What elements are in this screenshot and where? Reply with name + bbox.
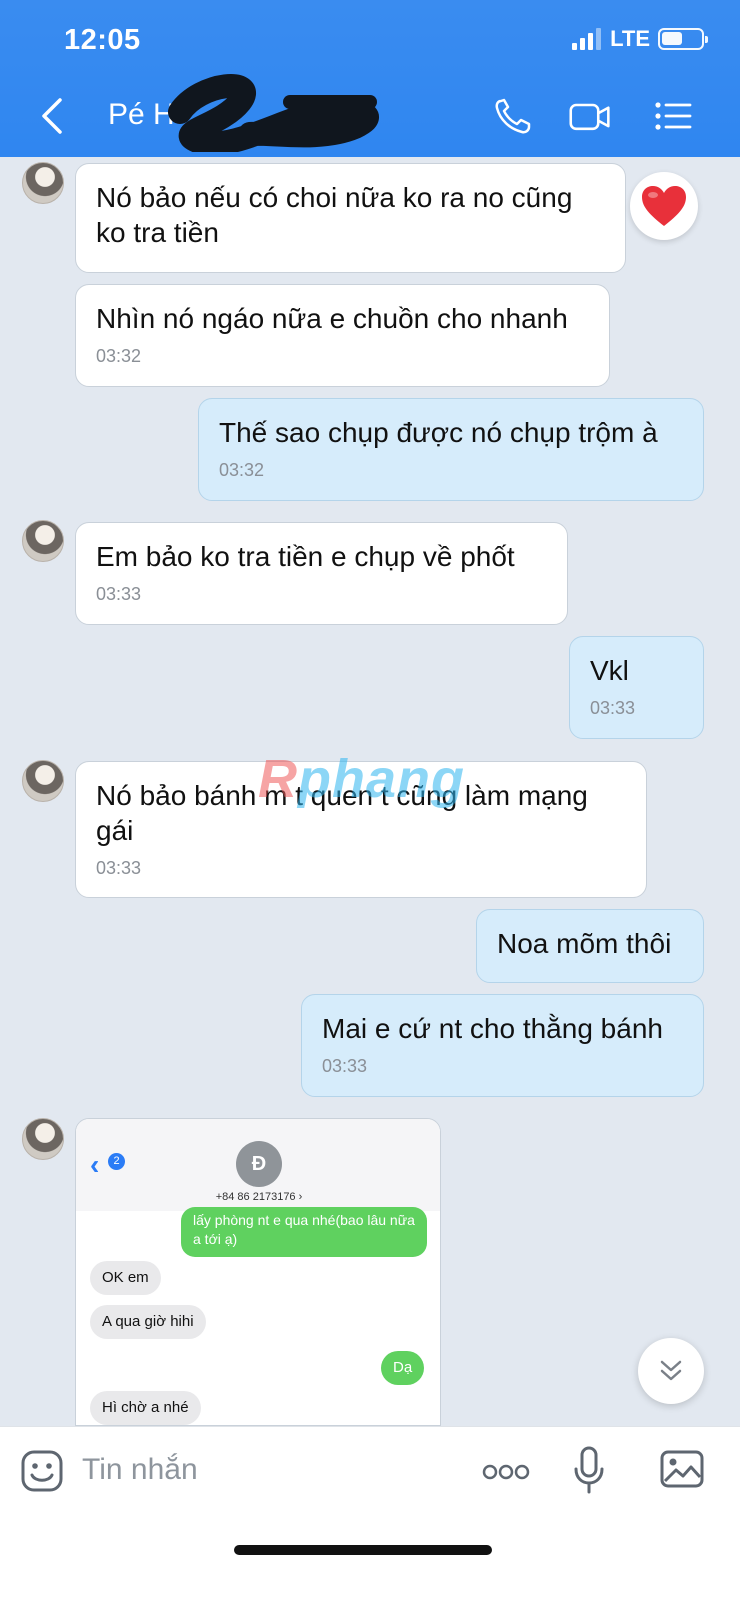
message-time: 03:32	[219, 460, 265, 480]
sms-contact-avatar: Đ	[236, 1141, 282, 1187]
message-composer	[0, 1426, 740, 1600]
photo-icon[interactable]	[660, 1449, 704, 1489]
heart-icon	[642, 186, 686, 226]
name-redaction-scribble	[168, 74, 379, 152]
message-bubble-incoming[interactable]: Nó bảo nếu có choi nữa ko ra no cũng ko …	[75, 163, 626, 273]
message-input[interactable]	[82, 1445, 462, 1495]
message-time: 03:33	[96, 584, 142, 604]
sms-incoming: A qua giờ hihi	[90, 1305, 206, 1339]
avatar[interactable]	[22, 760, 64, 802]
message-text: Vkl	[590, 655, 629, 686]
menu-list-icon[interactable]	[652, 96, 696, 136]
microphone-icon[interactable]	[573, 1445, 605, 1495]
scroll-to-bottom-button[interactable]	[638, 1338, 704, 1404]
message-text: Mai e cứ nt cho thằng bánh	[322, 1013, 663, 1044]
signal-icon	[572, 28, 602, 50]
avatar[interactable]	[22, 162, 64, 204]
avatar[interactable]	[22, 1118, 64, 1160]
phone-icon[interactable]	[492, 96, 536, 136]
sms-header: ‹ 2 Đ +84 86 2173176 ›	[76, 1119, 440, 1211]
sms-outgoing: Dạ	[381, 1351, 425, 1385]
message-text: Nó bảo nếu có choi nữa ko ra no cũng ko …	[96, 182, 573, 248]
sms-incoming: OK em	[90, 1261, 161, 1295]
chat-header: 12:05 LTE Pé H	[0, 0, 740, 157]
watermark-logo: Rphang	[258, 749, 465, 809]
network-label: LTE	[610, 26, 650, 51]
video-camera-icon[interactable]	[568, 96, 612, 136]
message-text: Noa mõm thôi	[497, 928, 672, 959]
message-bubble-incoming[interactable]: Nhìn nó ngáo nữa e chuồn cho nhanh 03:32	[75, 284, 610, 387]
status-time: 12:05	[64, 24, 141, 56]
emoji-icon[interactable]	[20, 1449, 64, 1493]
message-bubble-outgoing[interactable]: Vkl 03:33	[569, 636, 704, 739]
battery-icon	[658, 28, 708, 50]
heart-reaction[interactable]	[630, 172, 698, 240]
message-bubble-outgoing[interactable]: Thế sao chụp được nó chụp trộm à 03:32	[198, 398, 704, 501]
message-text: Nhìn nó ngáo nữa e chuồn cho nhanh	[96, 303, 568, 334]
message-bubble-outgoing[interactable]: Mai e cứ nt cho thằng bánh 03:33	[301, 994, 704, 1097]
sms-outgoing: lấy phòng nt e qua nhé(bao lâu nữa a tới…	[181, 1207, 427, 1257]
message-bubble-incoming[interactable]: Em bảo ko tra tiền e chụp về phốt 03:33	[75, 522, 568, 625]
chevron-double-down-icon	[660, 1360, 682, 1381]
message-time: 03:32	[96, 346, 142, 366]
message-time: 03:33	[590, 698, 636, 718]
sms-back-icon: ‹	[90, 1149, 100, 1180]
status-indicators: LTE	[572, 26, 708, 52]
message-bubble-outgoing[interactable]: Noa mõm thôi	[476, 909, 704, 983]
message-text: Thế sao chụp được nó chụp trộm à	[219, 417, 658, 448]
back-arrow-icon[interactable]	[38, 96, 68, 136]
more-options-icon[interactable]	[482, 1463, 530, 1481]
home-indicator	[234, 1545, 492, 1555]
sms-unread-badge: 2	[108, 1153, 125, 1170]
message-time: 03:33	[96, 858, 142, 878]
avatar[interactable]	[22, 520, 64, 562]
message-text: Em bảo ko tra tiền e chụp về phốt	[96, 541, 515, 572]
message-time: 03:33	[322, 1056, 368, 1076]
sms-incoming: Hì chờ a nhé	[90, 1391, 201, 1425]
sms-phone-number: +84 86 2173176 ›	[215, 1191, 303, 1203]
image-message[interactable]: ‹ 2 Đ +84 86 2173176 › lấy phòng nt e qu…	[75, 1118, 441, 1426]
